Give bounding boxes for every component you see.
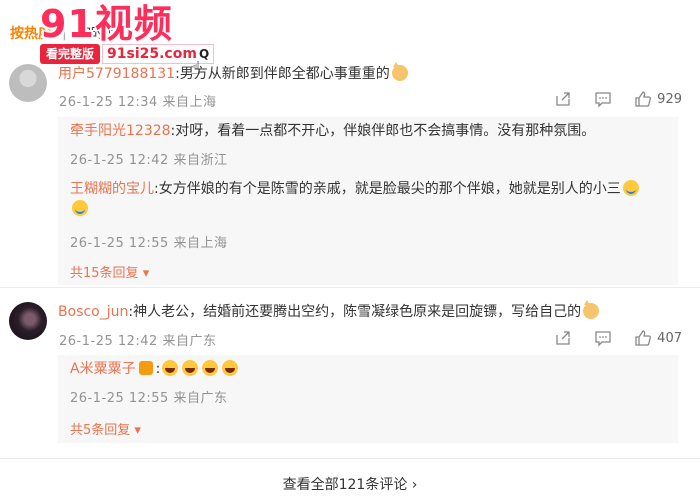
reply-username[interactable]: 王糊糊的宝儿 (70, 181, 154, 197)
reply-meta: 26-1-25 12:55 来自广东 (70, 391, 228, 406)
laughing-emoji-icon (162, 360, 179, 376)
comment-username[interactable]: Bosco_jun (58, 304, 128, 320)
chevron-down-icon: ▾ (142, 266, 150, 281)
crown-badge-icon (138, 361, 153, 375)
cat-emoji-icon (391, 62, 408, 81)
laughing-emoji-icon (202, 360, 219, 376)
reply-meta: 26-1-25 12:55 来自上海 (70, 236, 228, 251)
chevron-right-icon: › (411, 477, 418, 493)
like-count: 407 (657, 330, 682, 346)
watermark-bar: 看完整版 91si25.com Q (40, 44, 215, 64)
tearful-laugh-emoji-icon (622, 180, 639, 196)
comment-icon[interactable] (594, 329, 612, 347)
watermark: 91视频 看完整版 91si25.com Q (40, 2, 215, 64)
like-icon[interactable] (634, 90, 652, 108)
comment-actions: 407 (532, 329, 682, 347)
colon: : (155, 361, 161, 377)
see-all-comments-link[interactable]: 查看全部121条评论 › (0, 474, 700, 494)
reply-username[interactable]: 牵手阳光12328 (70, 123, 171, 139)
divider (0, 287, 700, 288)
comment-meta: 26-1-25 12:42 来自广东 (59, 334, 217, 349)
tearful-laugh-emoji-icon (72, 200, 88, 216)
reply-text: 女方伴娘的有个是陈雪的亲戚，就是脸最尖的那个伴娘，她就是别人的小三 (158, 181, 621, 197)
like-count: 929 (657, 91, 682, 107)
reply-meta: 26-1-25 12:42 来自浙江 (70, 153, 228, 168)
see-all-label: 查看全部121条评论 (282, 477, 408, 493)
comment-username[interactable]: 用户5779188131 (58, 66, 175, 82)
watermark-url-text: 91si25.com (107, 46, 197, 62)
watermark-logo: 91视频 (40, 2, 173, 46)
reply-item: A米粟粟子: (70, 359, 670, 379)
comment-sort-bar: 按热度 | 按时间 91视频 看完整版 91si25.com Q (0, 0, 700, 64)
comment-actions: 929 (532, 90, 682, 108)
comment-line: Bosco_jun:神人老公，结婚前还要腾出空约，陈雪凝绿色原来是回旋镖，写给自… (58, 300, 601, 322)
cat-emoji-icon (583, 300, 600, 319)
laughing-emoji-icon (222, 360, 239, 376)
like-icon[interactable] (634, 329, 652, 347)
reply-item: 牵手阳光12328:对呀，看着一点都不开心，伴娘伴郎也不会搞事情。没有那种氛围。 (70, 121, 670, 141)
reply-item: 王糊糊的宝儿:女方伴娘的有个是陈雪的亲戚，就是脸最尖的那个伴娘，她就是别人的小三 (70, 179, 670, 219)
avatar[interactable] (9, 64, 47, 102)
chevron-down-icon: ▾ (134, 423, 141, 438)
more-replies-label: 共5条回复 (70, 423, 131, 438)
watermark-button: 看完整版 (40, 44, 101, 64)
more-replies-link[interactable]: 共15条回复 ▾ (70, 262, 149, 281)
reply-list: 牵手阳光12328:对呀，看着一点都不开心，伴娘伴郎也不会搞事情。没有那种氛围。… (58, 117, 678, 285)
avatar[interactable] (9, 302, 47, 340)
comment-text: 神人老公，结婚前还要腾出空约，陈雪凝绿色原来是回旋镖，写给自己的 (133, 304, 582, 320)
share-icon[interactable] (554, 329, 572, 347)
comment-meta: 26-1-25 12:34 来自上海 (59, 95, 217, 110)
more-replies-label: 共15条回复 (70, 266, 139, 281)
laughing-emoji-icon (182, 360, 199, 376)
more-replies-link[interactable]: 共5条回复 ▾ (70, 419, 141, 438)
share-icon[interactable] (554, 90, 572, 108)
comment-text: 男方从新郎到伴郎全都心事重重的 (179, 66, 390, 82)
reply-username[interactable]: A米粟粟子 (70, 361, 136, 377)
comment-icon[interactable] (594, 90, 612, 108)
comment-line: 用户5779188131:男方从新郎到伴郎全都心事重重的 (58, 62, 410, 84)
reply-text: 对呀，看着一点都不开心，伴娘伴郎也不会搞事情。没有那种氛围。 (175, 123, 596, 139)
reply-list: A米粟粟子: 26-1-25 12:55 来自广东 共5条回复 ▾ (58, 355, 678, 443)
divider (0, 458, 700, 459)
